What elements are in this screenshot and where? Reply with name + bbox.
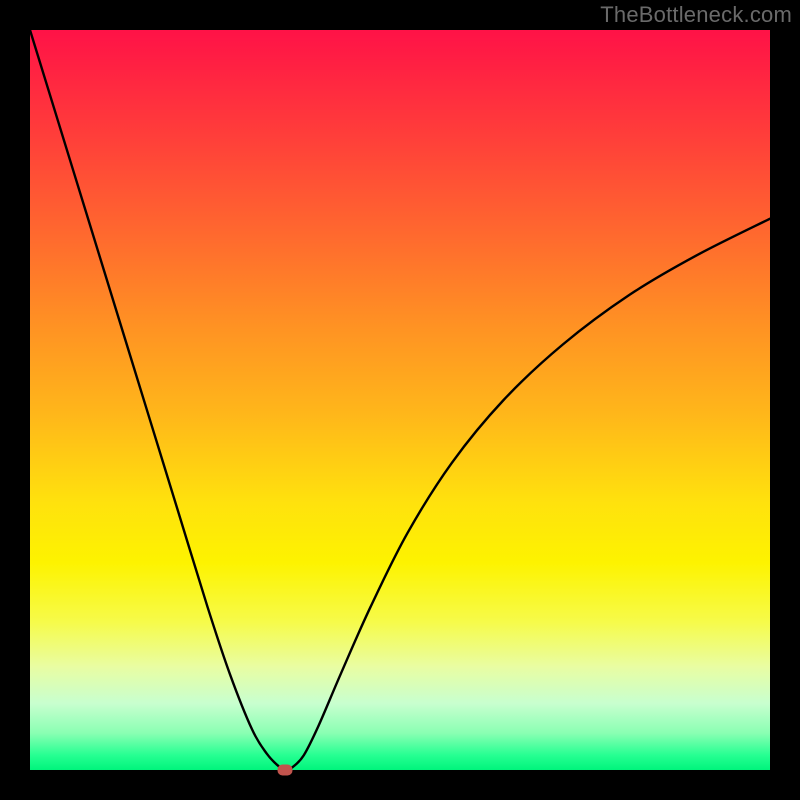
chart-frame: TheBottleneck.com (0, 0, 800, 800)
bottleneck-curve (30, 30, 770, 770)
plot-area (30, 30, 770, 770)
watermark-text: TheBottleneck.com (600, 2, 792, 28)
balance-point-marker (278, 765, 293, 776)
